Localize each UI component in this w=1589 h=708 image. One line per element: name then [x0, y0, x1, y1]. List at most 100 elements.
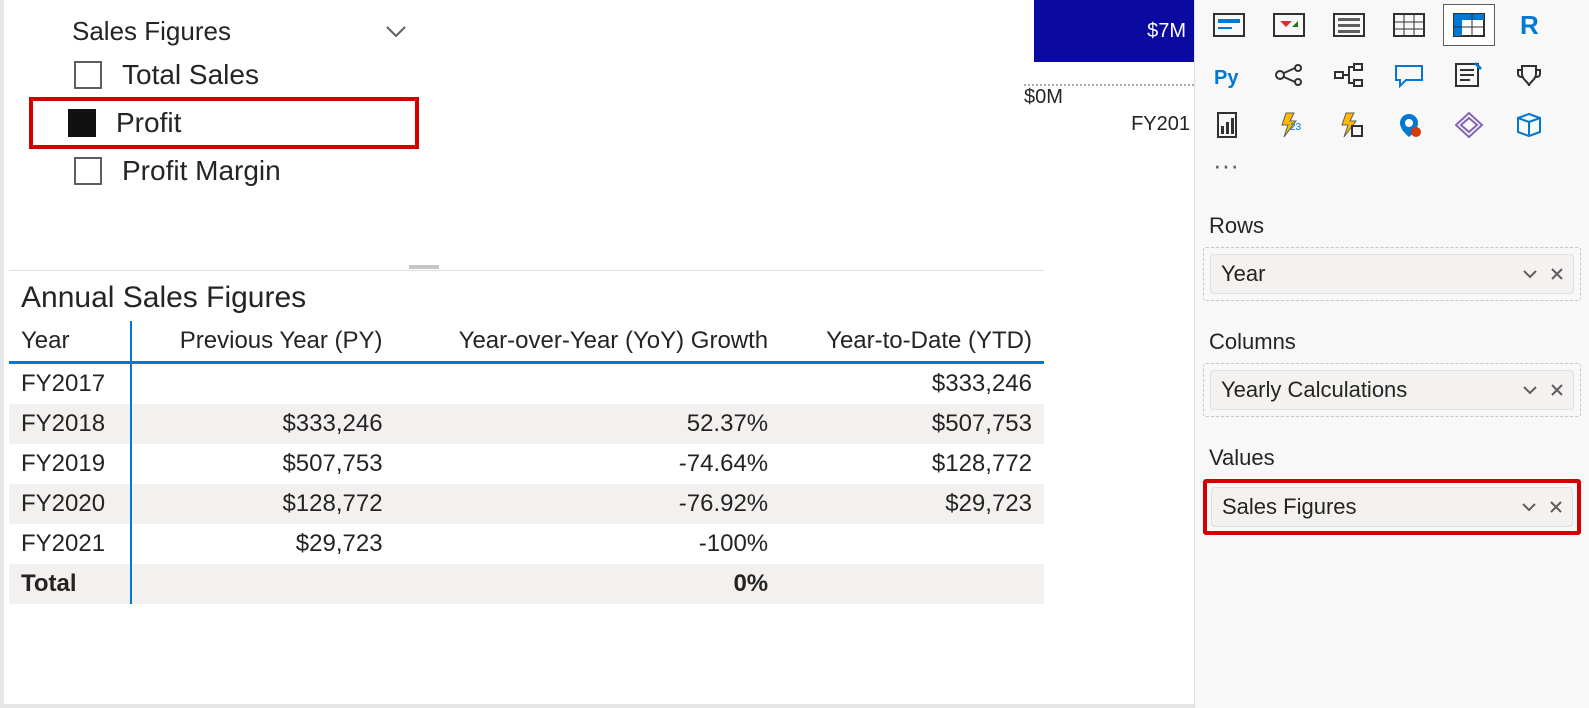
slicer-item-total-sales[interactable]: Total Sales [64, 53, 414, 97]
r-visual-icon[interactable]: R [1503, 4, 1555, 46]
cell-yoy: -100% [395, 524, 781, 564]
checkbox-icon[interactable] [74, 61, 102, 89]
svg-text:R: R [1520, 10, 1539, 40]
chevron-down-icon[interactable] [1523, 264, 1537, 285]
remove-field-icon[interactable] [1550, 497, 1562, 518]
values-field-pill[interactable]: Sales Figures [1211, 487, 1573, 527]
more-options-button[interactable]: ··· [1203, 146, 1581, 185]
cell-py: $128,772 [131, 484, 395, 524]
slicer-item-label: Total Sales [122, 59, 259, 91]
columns-field-well: Columns Yearly Calculations [1203, 327, 1581, 417]
table-visual-icon[interactable] [1383, 4, 1435, 46]
cell-ytd: $29,723 [780, 484, 1044, 524]
table-total-row: Total0% [9, 564, 1044, 604]
cell-year: FY2017 [9, 363, 131, 405]
table-row[interactable]: FY2020$128,772-76.92%$29,723 [9, 484, 1044, 524]
rows-field-text: Year [1221, 261, 1265, 287]
cell-py [131, 564, 395, 604]
resize-handle[interactable] [409, 265, 439, 269]
cell-ytd: $507,753 [780, 404, 1044, 444]
card-visual-icon[interactable] [1203, 4, 1255, 46]
rows-field-pill[interactable]: Year [1210, 254, 1574, 294]
slicer-item-profit-margin[interactable]: Profit Margin [64, 149, 414, 193]
sales-figures-slicer[interactable]: Sales Figures Total Sales Profit Profit … [64, 10, 414, 193]
svg-text:Py: Py [1214, 67, 1239, 89]
kpi-visual-icon[interactable] [1263, 4, 1315, 46]
table-row[interactable]: FY2018$333,24652.37%$507,753 [9, 404, 1044, 444]
cell-yoy: -74.64% [395, 444, 781, 484]
cell-ytd: $128,772 [780, 444, 1044, 484]
cell-py: $333,246 [131, 404, 395, 444]
matrix-visual-icon[interactable] [1443, 4, 1495, 46]
decomposition-tree-icon[interactable] [1323, 54, 1375, 96]
cell-ytd [780, 524, 1044, 564]
columns-field-pill[interactable]: Yearly Calculations [1210, 370, 1574, 410]
cell-ytd: $333,246 [780, 363, 1044, 405]
bar-chart-fragment[interactable]: $7M $0M FY201 [1024, 0, 1194, 120]
values-field-well: Values Sales Figures [1203, 443, 1581, 535]
cell-year: FY2018 [9, 404, 131, 444]
table-row[interactable]: FY2021$29,723-100% [9, 524, 1044, 564]
axis-x-label: FY201 [1024, 113, 1194, 136]
paginated-report-icon[interactable] [1203, 104, 1255, 146]
well-label-columns: Columns [1203, 327, 1581, 363]
cell-yoy [395, 363, 781, 405]
cell-py [131, 363, 395, 405]
slicer-item-label: Profit Margin [122, 155, 281, 187]
well-label-values: Values [1203, 443, 1581, 479]
rows-drop-zone[interactable]: Year [1203, 247, 1581, 301]
cell-year: FY2019 [9, 444, 131, 484]
table-row[interactable]: FY2019$507,753-74.64%$128,772 [9, 444, 1044, 484]
chart-bar: $7M [1034, 0, 1194, 62]
narrative-visual-icon[interactable] [1443, 54, 1495, 96]
power-apps-icon[interactable] [1323, 104, 1375, 146]
col-header-yoy[interactable]: Year-over-Year (YoY) Growth [395, 321, 781, 363]
col-header-py[interactable]: Previous Year (PY) [131, 321, 395, 363]
axis-zero-label: $0M [1024, 86, 1063, 109]
values-drop-zone[interactable]: Sales Figures [1203, 479, 1581, 535]
remove-field-icon[interactable] [1551, 264, 1563, 285]
remove-field-icon[interactable] [1551, 380, 1563, 401]
chevron-down-icon[interactable] [1523, 380, 1537, 401]
well-label-rows: Rows [1203, 211, 1581, 247]
cell-year: FY2021 [9, 524, 131, 564]
col-header-year[interactable]: Year [9, 321, 131, 363]
col-header-ytd[interactable]: Year-to-Date (YTD) [780, 321, 1044, 363]
cell-yoy: 52.37% [395, 404, 781, 444]
cell-year: FY2020 [9, 484, 131, 524]
checkbox-icon[interactable] [74, 157, 102, 185]
cell-py: $507,753 [131, 444, 395, 484]
get-more-visuals-icon[interactable] [1503, 104, 1555, 146]
slicer-title: Sales Figures [72, 16, 231, 47]
sparkline-icon[interactable] [1443, 104, 1495, 146]
cell-yoy: -76.92% [395, 484, 781, 524]
cell-ytd [780, 564, 1044, 604]
svg-text:23: 23 [1290, 122, 1302, 133]
table-header-row: Year Previous Year (PY) Year-over-Year (… [9, 321, 1044, 363]
python-visual-icon[interactable]: Py [1203, 54, 1255, 96]
chevron-down-icon[interactable] [386, 16, 406, 47]
key-influencers-icon[interactable] [1263, 54, 1315, 96]
chevron-down-icon[interactable] [1522, 497, 1536, 518]
columns-drop-zone[interactable]: Yearly Calculations [1203, 363, 1581, 417]
arcgis-map-icon[interactable] [1383, 104, 1435, 146]
power-automate-icon[interactable]: 23 [1263, 104, 1315, 146]
cell-yoy: 0% [395, 564, 781, 604]
goals-visual-icon[interactable] [1503, 54, 1555, 96]
checkbox-selected-icon[interactable] [68, 109, 96, 137]
data-table: Year Previous Year (PY) Year-over-Year (… [9, 321, 1044, 604]
columns-field-text: Yearly Calculations [1221, 377, 1407, 403]
table-row[interactable]: FY2017 $333,246 [9, 363, 1044, 405]
slicer-item-label: Profit [116, 107, 181, 139]
table-title: Annual Sales Figures [9, 271, 1044, 321]
visualizations-pane: R Py 23 ··· Rows Year [1194, 0, 1589, 708]
bar-value-label: $7M [1147, 20, 1186, 43]
slicer-header[interactable]: Sales Figures [64, 10, 414, 53]
slicer-visual-icon[interactable] [1323, 4, 1375, 46]
report-canvas: Sales Figures Total Sales Profit Profit … [0, 0, 1194, 708]
qa-visual-icon[interactable] [1383, 54, 1435, 96]
cell-py: $29,723 [131, 524, 395, 564]
annual-sales-table-visual[interactable]: Annual Sales Figures Year Previous Year … [9, 270, 1044, 604]
values-field-text: Sales Figures [1222, 494, 1357, 520]
slicer-item-profit[interactable]: Profit [29, 97, 419, 149]
